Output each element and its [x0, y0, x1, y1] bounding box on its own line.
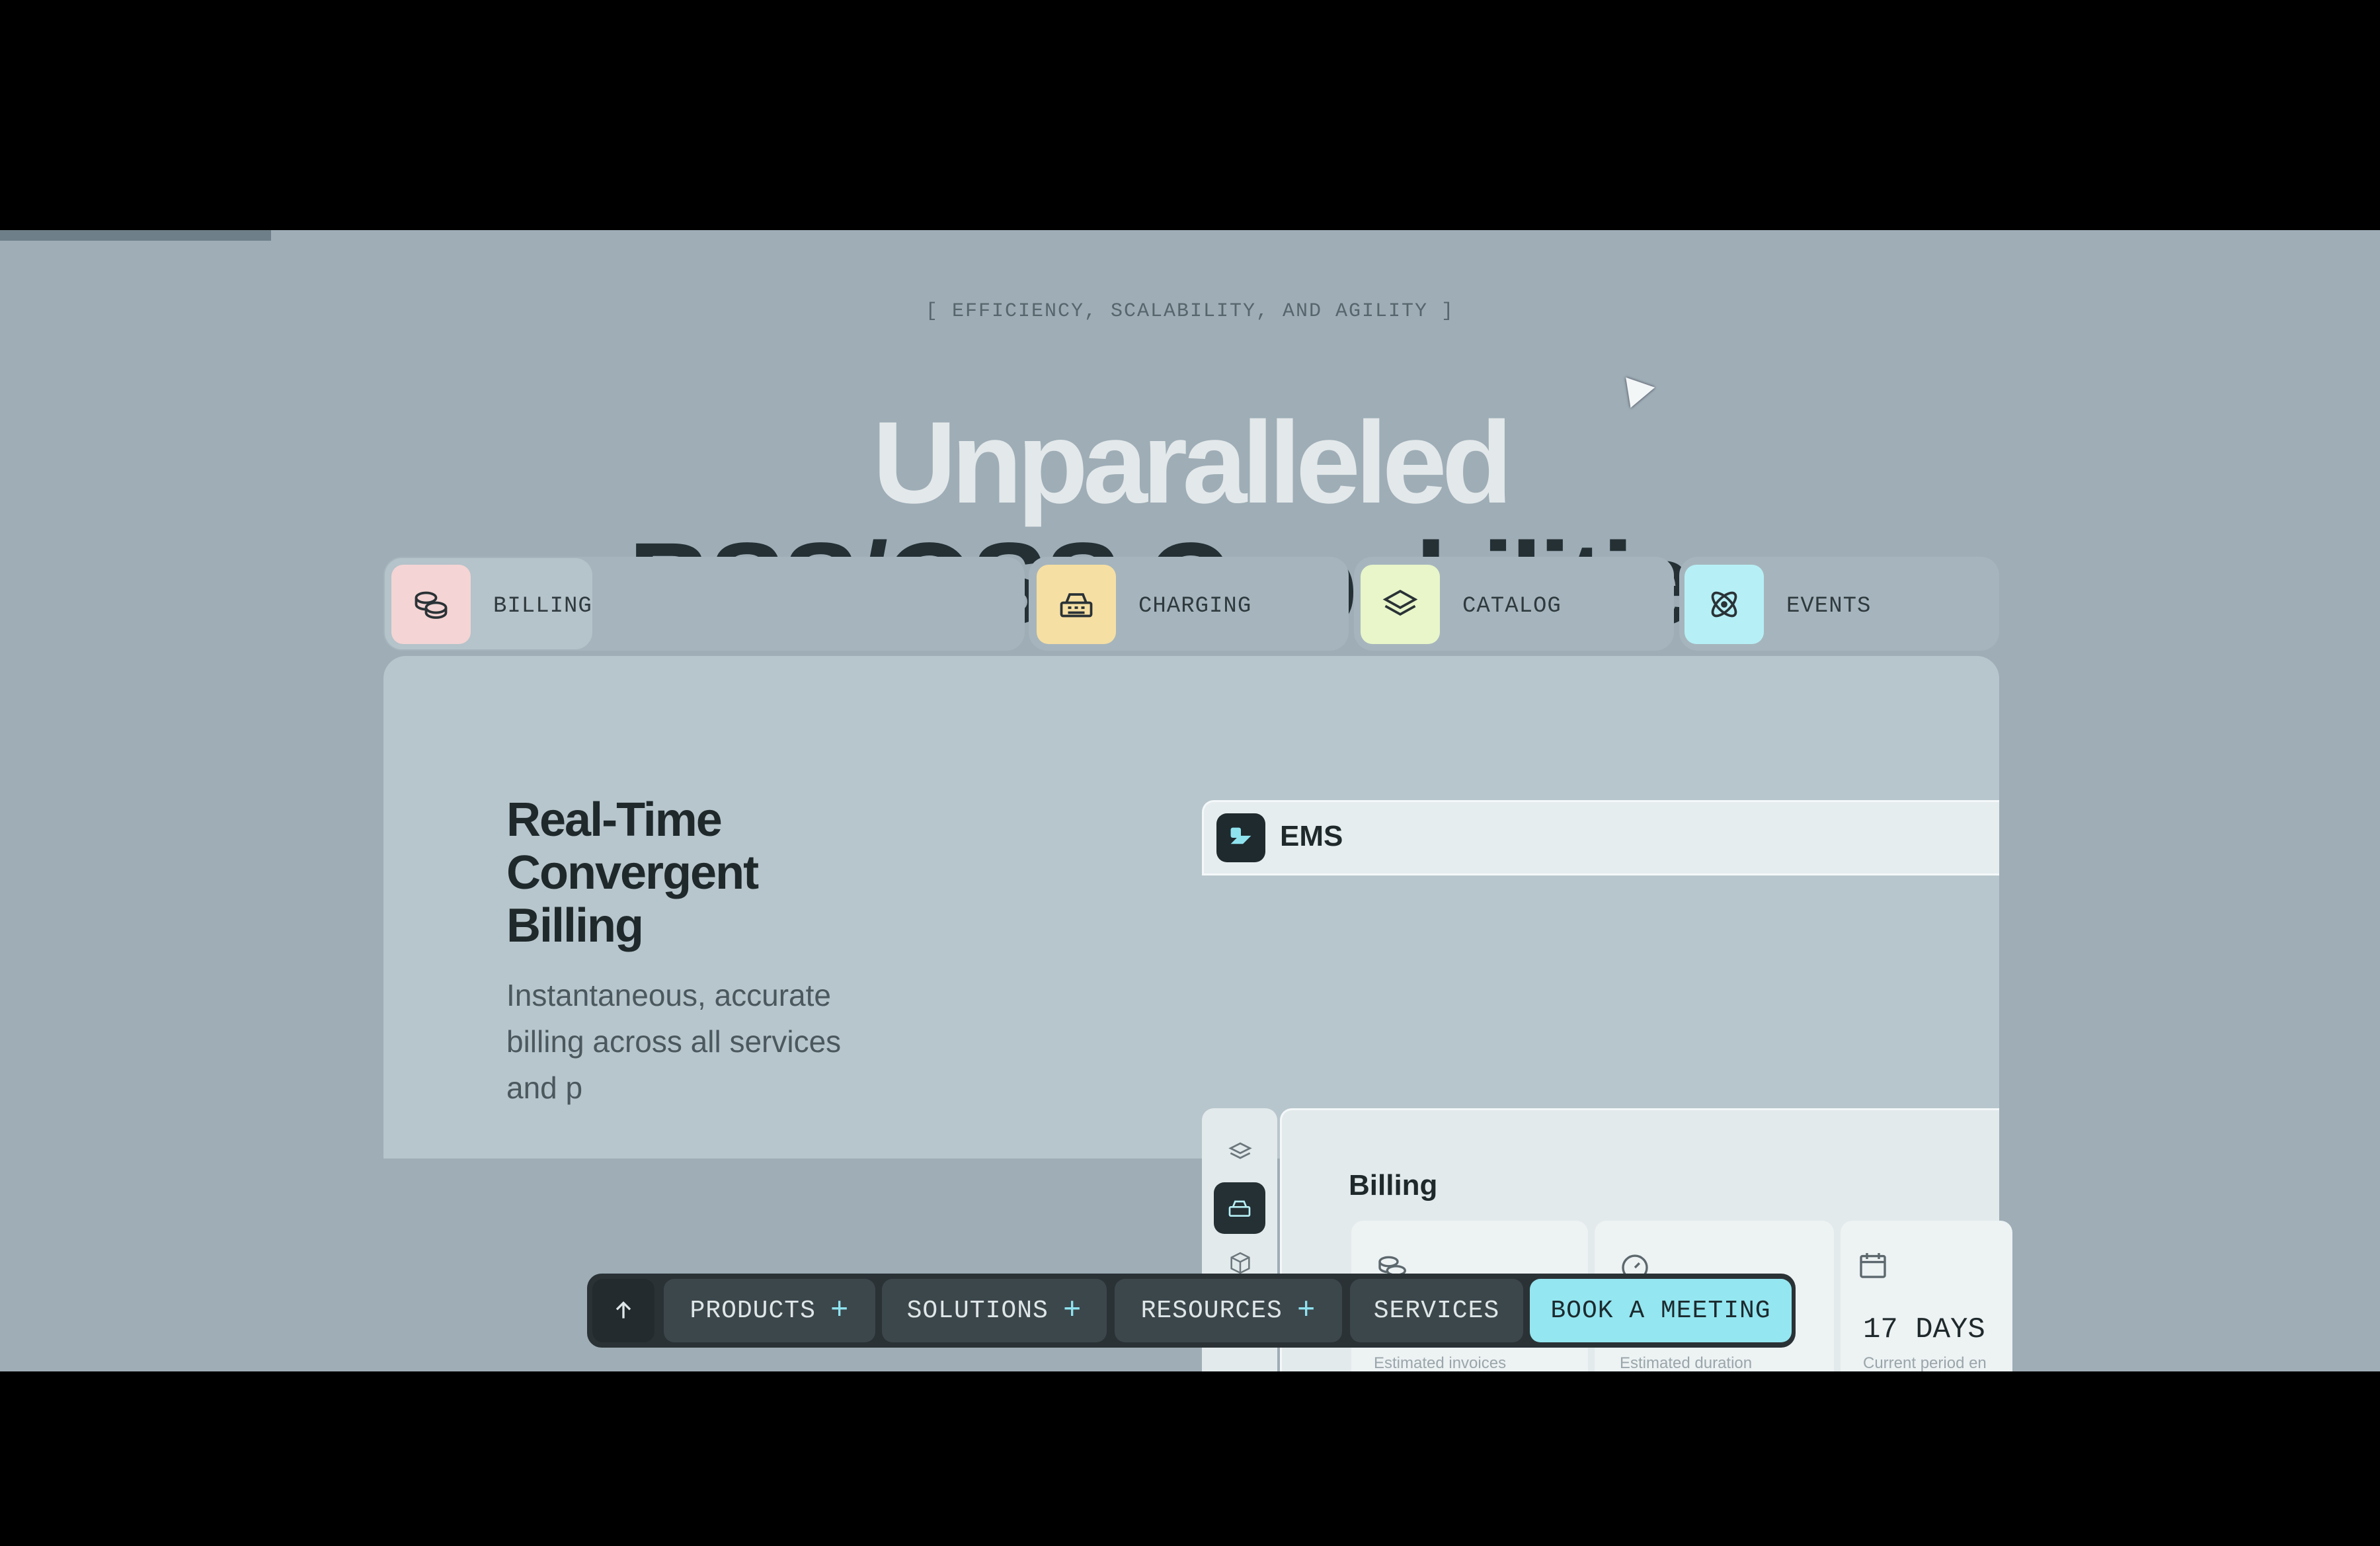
nav-services-label: SERVICES — [1373, 1296, 1500, 1325]
plus-icon: + — [1062, 1293, 1082, 1328]
nav-resources-label: RESOURCES — [1140, 1296, 1283, 1325]
section-eyebrow: [ EFFICIENCY, SCALABILITY, AND AGILITY ] — [925, 300, 1455, 323]
letterbox-top — [0, 0, 2380, 230]
coins-icon — [391, 565, 471, 644]
book-meeting-button[interactable]: BOOK A MEETING — [1530, 1279, 1792, 1342]
feature-title: Real-Time Convergent Billing — [506, 793, 759, 952]
plus-icon: + — [1296, 1293, 1316, 1328]
scroll-top-button[interactable] — [592, 1279, 654, 1342]
feature-description-line: billing across all services — [506, 1024, 842, 1059]
letterbox-bottom — [0, 1371, 2380, 1546]
tab-events-label: EVENTS — [1786, 594, 1872, 619]
ems-stat-caption: Current period en — [1863, 1354, 1987, 1372]
ems-logo-icon — [1216, 813, 1265, 862]
feature-description-line: and p — [506, 1071, 583, 1105]
scroll-progress-bar — [0, 230, 271, 241]
nav-resources[interactable]: RESOURCES + — [1115, 1279, 1342, 1342]
atom-icon — [1685, 565, 1764, 644]
tab-catalog-label: CATALOG — [1462, 594, 1562, 619]
nav-solutions-label: SOLUTIONS — [906, 1296, 1049, 1325]
nav-solutions[interactable]: SOLUTIONS + — [882, 1279, 1107, 1342]
ems-section-title: Billing — [1349, 1169, 1438, 1201]
tab-billing-label: BILLING — [493, 594, 592, 619]
ems-stat-value: 17 DAYS — [1863, 1313, 1985, 1346]
arrow-up-icon — [615, 1301, 631, 1319]
ems-stat-caption: Estimated invoices — [1374, 1354, 1507, 1372]
register-icon[interactable] — [1214, 1182, 1265, 1234]
feature-description-line: Instantaneous, accurate — [506, 978, 831, 1012]
feature-description: Instantaneous, accurate billing across a… — [506, 972, 877, 1111]
headline-line-1: Unparalleled — [872, 398, 1513, 528]
nav-products[interactable]: PRODUCTS + — [664, 1279, 875, 1342]
nav-products-label: PRODUCTS — [690, 1296, 816, 1325]
ems-title: EMS — [1280, 820, 1343, 852]
layers-icon[interactable] — [1226, 1137, 1255, 1170]
ems-stat-caption: Estimated duration — [1620, 1354, 1753, 1372]
nav-services[interactable]: SERVICES — [1350, 1279, 1523, 1342]
tab-charging-label: CHARGING — [1138, 594, 1252, 619]
register-icon — [1037, 565, 1116, 644]
layers-icon — [1361, 565, 1440, 644]
plus-icon: + — [830, 1293, 850, 1328]
calendar-icon — [1855, 1247, 1891, 1286]
